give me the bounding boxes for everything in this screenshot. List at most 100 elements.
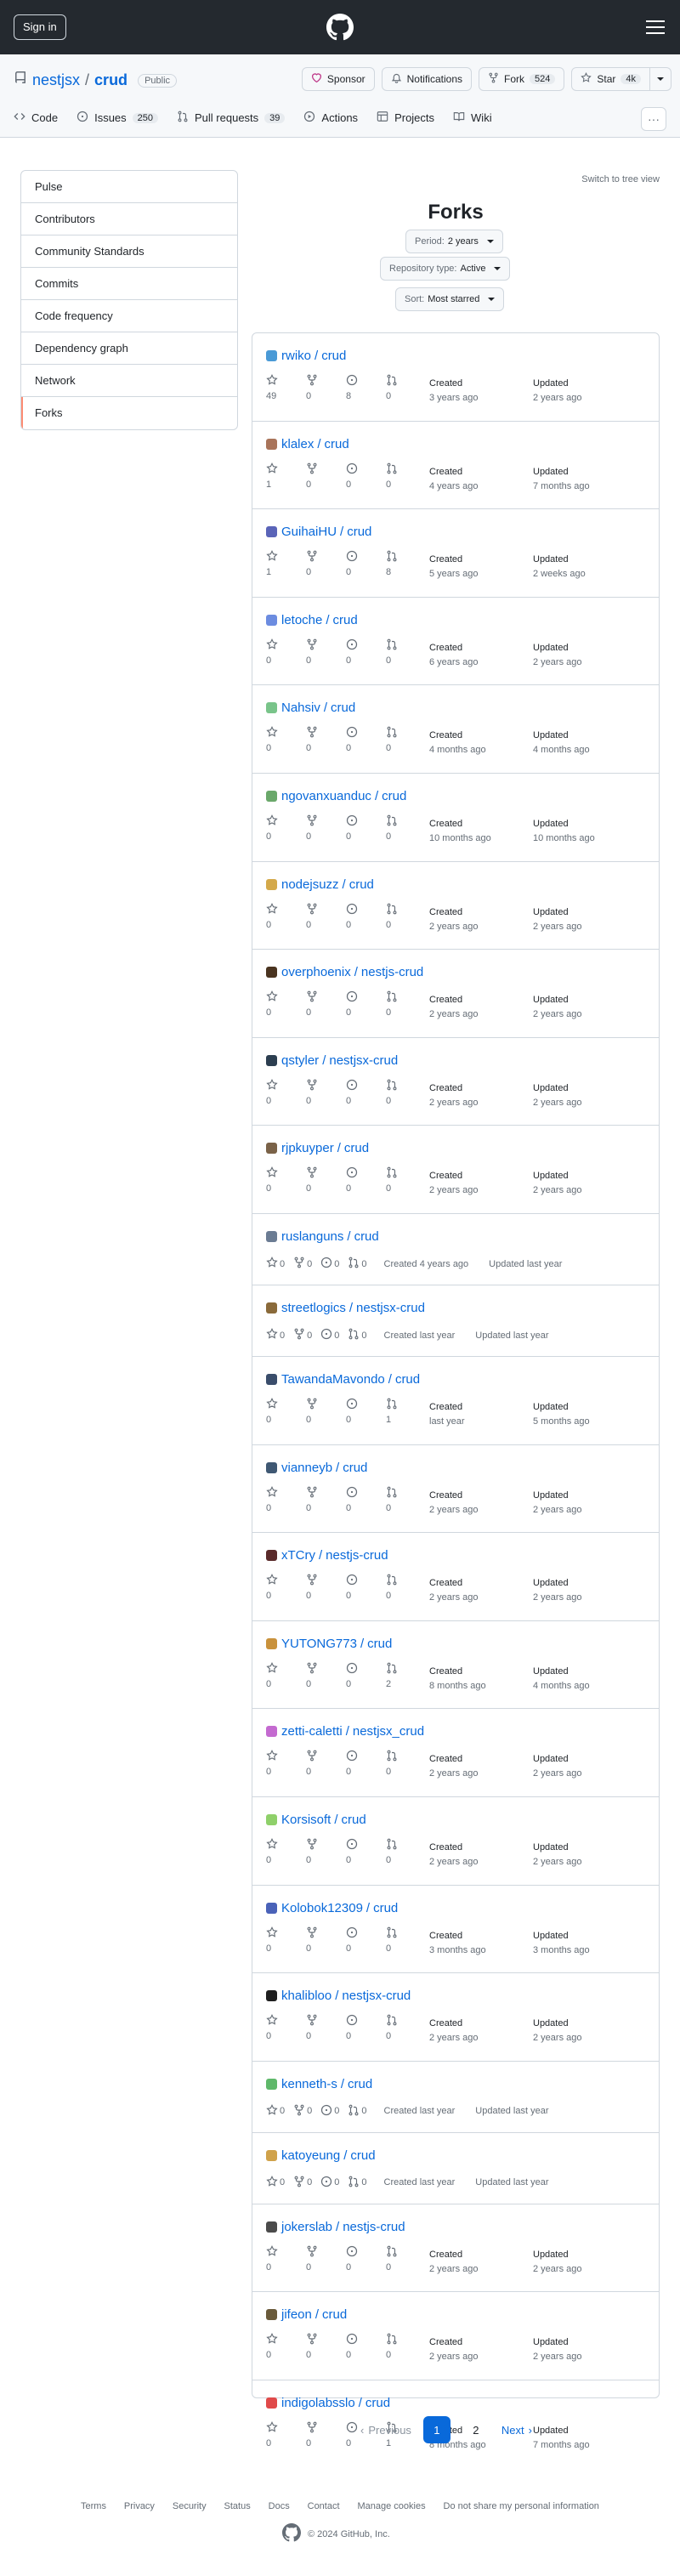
fork-button[interactable]: Fork 524 — [479, 67, 565, 91]
fork-link[interactable]: rwiko / crud — [281, 349, 346, 363]
notifications-button[interactable]: Notifications — [381, 67, 472, 91]
fork-link[interactable]: Korsisoft / crud — [281, 1813, 366, 1827]
fork-link[interactable]: kenneth-s / crud — [281, 2077, 372, 2091]
sign-in-button[interactable]: Sign in — [14, 14, 66, 40]
fork-row: zetti-caletti / nestjsx_crud 0 0 0 0 Created 2 y… — [252, 1709, 659, 1797]
fork-link[interactable]: klalex / crud — [281, 437, 349, 451]
fork-link[interactable]: ruslanguns / crud — [281, 1229, 379, 1244]
github-mark-icon[interactable] — [282, 2523, 301, 2545]
stat-value: 0 — [266, 2438, 272, 2448]
created-column: Created 2 years ago — [429, 2017, 478, 2045]
repository-type-filter[interactable]: Repository type: Active — [380, 257, 511, 281]
sidebar-item-code-frequency[interactable]: Code frequency — [21, 300, 237, 332]
stat-value: 0 — [386, 1767, 392, 1778]
fork-link[interactable]: indigolabsslo / crud — [281, 2396, 390, 2410]
menu-icon[interactable] — [646, 20, 665, 37]
sidebar-item-pulse[interactable]: Pulse — [21, 171, 237, 203]
stat-prs: 0 — [348, 1257, 367, 1271]
stat-value: 0 — [306, 479, 312, 490]
fork-separator: / — [388, 1372, 392, 1387]
fork-link[interactable]: katoyeung / crud — [281, 2148, 376, 2163]
next-page-button[interactable]: Next › — [502, 2424, 532, 2437]
tab-pull-requests[interactable]: Pull requests 39 — [177, 111, 286, 125]
tab-actions[interactable]: Actions — [303, 111, 358, 125]
footer-link-manage-cookies[interactable]: Manage cookies — [357, 2501, 425, 2511]
tab-projects[interactable]: Projects — [377, 111, 434, 125]
fork-link[interactable]: TawandaMavondo / crud — [281, 1372, 420, 1387]
footer-link-docs[interactable]: Docs — [269, 2501, 290, 2511]
footer-link-terms[interactable]: Terms — [81, 2501, 106, 2511]
more-tabs-button[interactable]: ··· — [641, 107, 666, 131]
fork-link[interactable]: zetti-caletti / nestjsx_crud — [281, 1724, 424, 1739]
star-dropdown-button[interactable] — [650, 67, 672, 91]
fork-link[interactable]: jifeon / crud — [281, 2307, 347, 2322]
fork-link[interactable]: Nahsiv / crud — [281, 701, 355, 715]
fork-owner: khalibloo — [281, 1989, 332, 2004]
stat-value: 0 — [306, 655, 312, 666]
issue-icon — [346, 814, 386, 829]
sidebar-item-contributors[interactable]: Contributors — [21, 203, 237, 235]
updated-column: Updated 2 years ago — [533, 2248, 581, 2277]
page-1-button[interactable]: 1 — [422, 2416, 450, 2443]
repo-owner-link[interactable]: nestjsx — [32, 71, 80, 89]
sidebar-item-network[interactable]: Network — [21, 365, 237, 397]
repo-name-link[interactable]: crud — [94, 71, 128, 89]
updated-column: Updated 2 years ago — [533, 1081, 581, 1110]
sidebar-item-forks[interactable]: Forks — [21, 397, 237, 429]
fork-separator: / — [360, 1636, 365, 1651]
stat-value: 0 — [361, 2106, 367, 2117]
fork-link[interactable]: overphoenix / nestjs-crud — [281, 965, 423, 979]
fork-link[interactable]: Kolobok12309/crud — [281, 1901, 398, 1915]
stat-stars: 0 — [266, 814, 306, 842]
fork-link[interactable]: xTCry / nestjs-crud — [281, 1548, 388, 1563]
stat-value: 0 — [266, 1095, 272, 1106]
fork-link[interactable]: nodejsuzz / crud — [281, 877, 374, 892]
star-icon — [266, 902, 306, 917]
sidebar-item-commits[interactable]: Commits — [21, 268, 237, 300]
footer-link-do-not-share-my-personal-information[interactable]: Do not share my personal information — [444, 2501, 599, 2511]
switch-to-tree-view-link[interactable]: Switch to tree view — [581, 174, 660, 184]
github-logo-icon[interactable] — [326, 14, 354, 43]
fork-icon — [306, 638, 346, 653]
fork-link[interactable]: GuihaiHU / crud — [281, 525, 371, 539]
avatar — [266, 2397, 277, 2409]
fork-separator: / — [314, 2307, 320, 2323]
fork-repo: crud — [321, 349, 347, 363]
sponsor-button[interactable]: Sponsor — [301, 67, 375, 91]
footer-link-contact[interactable]: Contact — [308, 2501, 340, 2511]
stat-issues: 0 — [346, 1398, 386, 1425]
updated-column: Updated 7 months ago — [533, 465, 590, 494]
tab-issues[interactable]: Issues 250 — [76, 111, 159, 125]
fork-link[interactable]: rjpkuyper / crud — [281, 1141, 369, 1155]
fork-link[interactable]: khalibloo / nestjsx-crud — [281, 1989, 411, 2003]
tab-wiki[interactable]: Wiki — [453, 111, 492, 125]
period-filter[interactable]: Period: 2 years — [405, 230, 503, 253]
fork-link[interactable]: ngovanxuanduc / crud — [281, 789, 406, 803]
created-label: Created — [429, 1171, 463, 1182]
fork-link[interactable]: letoche / crud — [281, 613, 358, 627]
repo-tabs: Code Issues 250 Pull requests 39 Actions Proje… — [0, 102, 680, 138]
fork-owner: xTCry — [281, 1548, 315, 1563]
fork-link[interactable]: jokerslab / nestjs-crud — [281, 2220, 405, 2234]
footer-link-status[interactable]: Status — [224, 2501, 251, 2511]
fork-icon — [306, 1838, 346, 1853]
footer-link-security[interactable]: Security — [173, 2501, 207, 2511]
fork-link[interactable]: vianneyb / crud — [281, 1461, 367, 1475]
fork-link[interactable]: streetlogics / nestjsx-crud — [281, 1301, 425, 1315]
footer-link-privacy[interactable]: Privacy — [124, 2501, 155, 2511]
star-button[interactable]: Star 4k — [571, 67, 650, 91]
stat-value: 0 — [306, 2350, 312, 2361]
updated-value: 3 months ago — [533, 1944, 590, 1955]
page-2-button[interactable]: 2 — [462, 2416, 490, 2443]
sidebar-item-dependency-graph[interactable]: Dependency graph — [21, 332, 237, 365]
fork-icon — [306, 462, 346, 477]
fork-name: rwiko / crud — [266, 349, 346, 363]
stat-prs: 0 — [386, 638, 426, 666]
fork-link[interactable]: qstyler / nestjsx-crud — [281, 1053, 398, 1068]
tab-code[interactable]: Code — [14, 111, 58, 125]
stat-value: 0 — [266, 1183, 272, 1194]
updated-value: 2 years ago — [533, 1768, 582, 1779]
sort-filter[interactable]: Sort: Most starred — [395, 287, 505, 311]
fork-link[interactable]: YUTONG773/crud — [281, 1637, 392, 1651]
sidebar-item-community-standards[interactable]: Community Standards — [21, 235, 237, 268]
